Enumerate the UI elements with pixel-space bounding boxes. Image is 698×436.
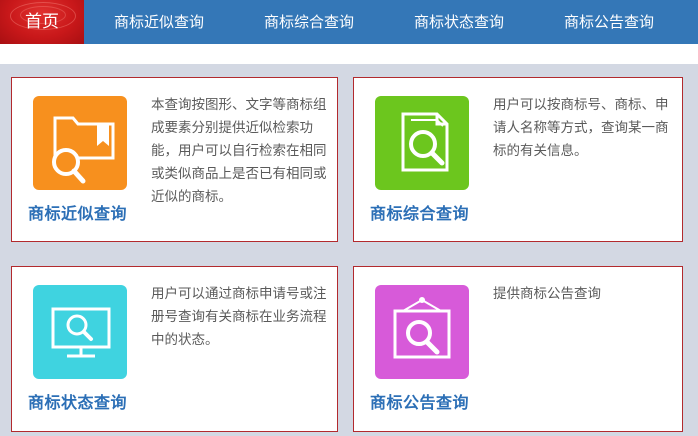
frame-search-icon[interactable] (375, 285, 469, 379)
card-announcement-search[interactable]: 商标公告查询 提供商标公告查询 (353, 266, 683, 432)
nav-status-search[interactable]: 商标状态查询 (400, 0, 518, 44)
folder-search-icon[interactable] (33, 96, 127, 190)
card-title[interactable]: 商标近似查询 (28, 200, 127, 224)
monitor-search-icon[interactable] (33, 285, 127, 379)
document-search-icon[interactable] (375, 96, 469, 190)
nav-home-label: 首页 (25, 12, 59, 32)
card-title[interactable]: 商标综合查询 (370, 200, 469, 224)
main-content: 商标近似查询 本查询按图形、文字等商标组成要素分别提供近似检索功能，用户可以自行… (0, 64, 698, 436)
card-description: 用户可以通过商标申请号或注册号查询有关商标在业务流程中的状态。 (151, 286, 327, 348)
nav-announcement-search[interactable]: 商标公告查询 (550, 0, 668, 44)
top-nav-bar: 首页 商标近似查询 商标综合查询 商标状态查询 商标公告查询 (0, 0, 698, 44)
nav-comprehensive-search[interactable]: 商标综合查询 (250, 0, 368, 44)
card-description: 提供商标公告查询 (493, 286, 601, 302)
card-comprehensive-search[interactable]: 商标综合查询 用户可以按商标号、商标、申请人名称等方式，查询某一商标的有关信息。 (353, 77, 683, 242)
card-status-search[interactable]: 商标状态查询 用户可以通过商标申请号或注册号查询有关商标在业务流程中的状态。 (11, 266, 338, 432)
card-similar-search[interactable]: 商标近似查询 本查询按图形、文字等商标组成要素分别提供近似检索功能，用户可以自行… (11, 77, 338, 242)
nav-home-tab[interactable]: 首页 (0, 0, 84, 44)
card-title[interactable]: 商标状态查询 (28, 389, 127, 413)
card-description: 用户可以按商标号、商标、申请人名称等方式，查询某一商标的有关信息。 (493, 97, 669, 159)
card-title[interactable]: 商标公告查询 (370, 389, 469, 413)
nav-similar-search[interactable]: 商标近似查询 (100, 0, 218, 44)
card-description: 本查询按图形、文字等商标组成要素分别提供近似检索功能，用户可以自行检索在相同或类… (151, 97, 327, 205)
